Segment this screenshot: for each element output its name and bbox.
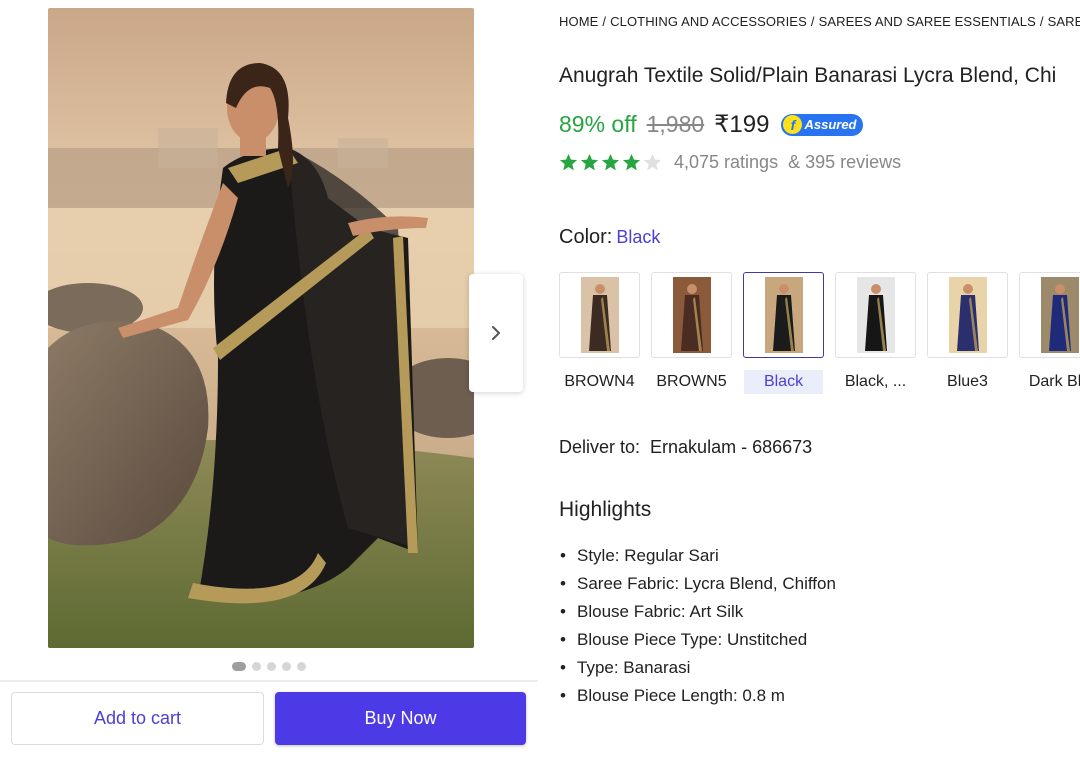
reviews-count: & 395 reviews bbox=[788, 152, 902, 172]
discount-percent: 89% off bbox=[559, 111, 637, 137]
ratings-count: 4,075 ratings bbox=[674, 152, 779, 172]
original-price: 1,980 bbox=[646, 111, 705, 137]
add-to-cart-button[interactable]: Add to cart bbox=[11, 692, 264, 745]
flipkart-f-icon: f bbox=[783, 115, 803, 134]
buy-now-button[interactable]: Buy Now bbox=[275, 692, 526, 745]
assured-badge: f Assured bbox=[781, 113, 863, 136]
highlight-item: Saree Fabric: Lycra Blend, Chiffon bbox=[559, 572, 859, 595]
swatch-thumbnail bbox=[651, 272, 732, 358]
delivery-location[interactable]: Deliver to: Ernakulam - 686673 bbox=[559, 437, 812, 458]
breadcrumb-item-clothing[interactable]: CLOTHING AND ACCESSORIES bbox=[610, 14, 807, 29]
pagination-dot[interactable] bbox=[282, 662, 291, 671]
selling-price: ₹199 bbox=[714, 111, 770, 138]
product-details: HOME / CLOTHING AND ACCESSORIES / SAREES AND… bbox=[559, 0, 1080, 761]
swatch-image bbox=[672, 277, 711, 353]
next-image-button[interactable] bbox=[469, 274, 523, 392]
highlights-heading: Highlights bbox=[559, 498, 652, 521]
deliver-to-label: Deliver to: bbox=[559, 437, 641, 457]
divider bbox=[0, 680, 538, 682]
product-gallery: Add to cart Buy Now bbox=[0, 0, 538, 761]
swatch-label: Blue3 bbox=[947, 373, 988, 390]
highlights-list: Style: Regular Sari Saree Fabric: Lycra B… bbox=[559, 544, 859, 712]
breadcrumb: HOME / CLOTHING AND ACCESSORIES / SAREES AND… bbox=[559, 14, 1080, 29]
pagination-dot[interactable] bbox=[267, 662, 276, 671]
star-icon bbox=[580, 153, 599, 171]
color-swatch[interactable]: Black, ... bbox=[835, 272, 916, 394]
color-swatch[interactable]: Dark Blu bbox=[1019, 272, 1080, 394]
rating-stars bbox=[559, 153, 662, 172]
star-icon bbox=[601, 153, 620, 171]
delivery-pincode: Ernakulam - 686673 bbox=[650, 437, 813, 457]
highlight-item: Blouse Piece Type: Unstitched bbox=[559, 628, 859, 651]
swatch-thumbnail bbox=[1019, 272, 1080, 358]
assured-label: Assured bbox=[804, 117, 857, 132]
color-swatch[interactable]: BROWN4 bbox=[559, 272, 640, 394]
pagination-dot[interactable] bbox=[232, 662, 246, 671]
swatch-image bbox=[856, 277, 895, 353]
image-pagination-dots bbox=[0, 662, 538, 671]
swatch-thumbnail bbox=[835, 272, 916, 358]
price-row: 89% off 1,980 ₹199 f Assured bbox=[559, 110, 863, 139]
chevron-right-icon bbox=[492, 326, 500, 340]
breadcrumb-item-home[interactable]: HOME bbox=[559, 14, 598, 29]
swatch-image bbox=[1040, 277, 1079, 353]
pagination-dot[interactable] bbox=[297, 662, 306, 671]
product-title: Anugrah Textile Solid/Plain Banarasi Lyc… bbox=[559, 64, 1057, 87]
swatch-label: Black bbox=[744, 370, 823, 394]
highlight-item: Type: Banarasi bbox=[559, 656, 859, 679]
breadcrumb-separator: / bbox=[602, 14, 607, 29]
breadcrumb-separator: / bbox=[810, 14, 815, 29]
color-swatch[interactable]: Blue3 bbox=[927, 272, 1008, 394]
highlight-item: Blouse Piece Length: 0.8 m bbox=[559, 684, 859, 707]
product-main-image[interactable] bbox=[48, 8, 474, 648]
breadcrumb-item-saree[interactable]: SAREE bbox=[1048, 14, 1080, 29]
swatch-thumbnail bbox=[559, 272, 640, 358]
swatch-image bbox=[948, 277, 987, 353]
color-swatches: BROWN4 BROWN5 Black Black, ... Blue3 Dark Blu bbox=[559, 272, 1080, 394]
swatch-label: BROWN4 bbox=[564, 373, 635, 390]
color-swatch[interactable]: BROWN5 bbox=[651, 272, 732, 394]
swatch-thumbnail bbox=[743, 272, 824, 358]
star-icon bbox=[622, 153, 641, 171]
selected-color-value: Black bbox=[616, 227, 661, 247]
saree-model-photo bbox=[48, 8, 474, 648]
rating-row[interactable]: 4,075 ratings & 395 reviews bbox=[559, 152, 901, 173]
star-icon bbox=[643, 153, 662, 171]
highlight-item: Blouse Fabric: Art Silk bbox=[559, 600, 859, 623]
color-swatch[interactable]: Black bbox=[743, 272, 824, 394]
star-icon bbox=[559, 153, 578, 171]
swatch-image bbox=[764, 277, 803, 353]
swatch-label: Dark Blu bbox=[1028, 373, 1080, 390]
breadcrumb-item-sarees[interactable]: SAREES AND SAREE ESSENTIALS bbox=[819, 14, 1036, 29]
swatch-image bbox=[580, 277, 619, 353]
color-label: Color: bbox=[559, 226, 613, 248]
pagination-dot[interactable] bbox=[252, 662, 261, 671]
swatch-label: BROWN5 bbox=[656, 373, 727, 390]
highlight-item: Style: Regular Sari bbox=[559, 544, 859, 567]
swatch-thumbnail bbox=[927, 272, 1008, 358]
breadcrumb-separator: / bbox=[1039, 14, 1044, 29]
color-heading: Color: Black bbox=[559, 226, 660, 249]
swatch-label: Black, ... bbox=[844, 373, 907, 390]
